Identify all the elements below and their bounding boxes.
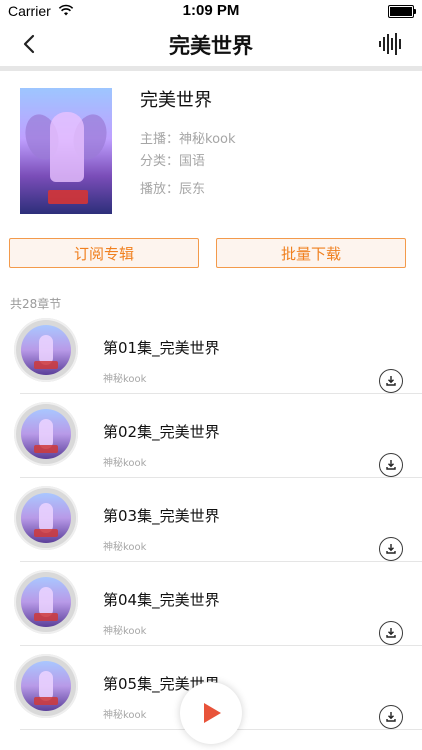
batch-download-button[interactable]: 批量下载 — [216, 238, 406, 268]
download-icon[interactable] — [379, 621, 403, 645]
episode-row[interactable]: 第04集_完美世界 神秘kook — [0, 562, 422, 646]
album-title: 完美世界 — [140, 90, 212, 111]
episode-row[interactable]: 第01集_完美世界 神秘kook — [0, 310, 422, 394]
episode-host: 神秘kook — [103, 374, 147, 385]
episode-thumbnail — [14, 570, 78, 634]
episode-thumbnail — [14, 654, 78, 718]
waveform-icon[interactable] — [378, 32, 404, 56]
episode-host: 神秘kook — [103, 458, 147, 469]
episode-thumbnail — [14, 318, 78, 382]
episode-host: 神秘kook — [103, 710, 147, 721]
status-time: 1:09 PM — [182, 2, 240, 19]
episode-thumbnail — [14, 402, 78, 466]
episode-host: 神秘kook — [103, 542, 147, 553]
episode-title: 第02集_完美世界 — [103, 423, 220, 441]
episode-row[interactable]: 第03集_完美世界 神秘kook — [0, 478, 422, 562]
episode-title: 第01集_完美世界 — [103, 339, 220, 357]
episode-title: 第04集_完美世界 — [103, 591, 220, 609]
album-cover-image — [20, 88, 112, 214]
status-bar: Carrier 1:09 PM — [0, 0, 422, 22]
episode-thumbnail — [14, 486, 78, 550]
download-icon[interactable] — [379, 453, 403, 477]
download-icon[interactable] — [379, 369, 403, 393]
page-title: 完美世界 — [169, 34, 253, 58]
download-icon[interactable] — [379, 705, 403, 729]
play-button[interactable] — [180, 682, 242, 744]
subscribe-album-button[interactable]: 订阅专辑 — [9, 238, 199, 268]
album-category: 分类：国语 — [140, 154, 206, 169]
album-author: 播放：辰东 — [140, 182, 206, 197]
album-host: 主播：神秘kook — [140, 132, 236, 147]
episode-title: 第03集_完美世界 — [103, 507, 220, 525]
episode-host: 神秘kook — [103, 626, 147, 637]
navigation-bar: 完美世界 — [0, 22, 422, 66]
navbar-divider — [0, 66, 422, 71]
play-icon — [204, 703, 221, 723]
episode-row[interactable]: 第02集_完美世界 神秘kook — [0, 394, 422, 478]
download-icon[interactable] — [379, 537, 403, 561]
battery-icon — [388, 5, 416, 18]
